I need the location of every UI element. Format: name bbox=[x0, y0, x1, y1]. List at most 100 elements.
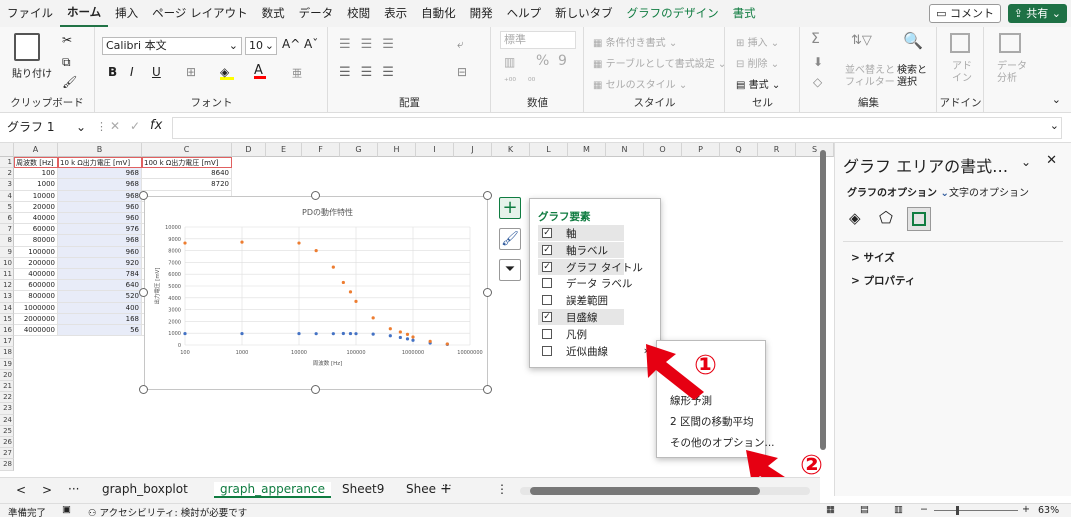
add-sheet-icon[interactable]: + bbox=[440, 481, 452, 497]
copy-icon[interactable]: ⧉ bbox=[62, 55, 71, 70]
row-header-14[interactable]: 14 bbox=[0, 302, 14, 314]
resize-handle-0[interactable] bbox=[139, 191, 148, 200]
find-select-button[interactable]: 検索と 選択 bbox=[897, 65, 927, 89]
row-header-2[interactable]: 2 bbox=[0, 168, 14, 180]
sheet-tab-3[interactable]: Shee bbox=[406, 482, 436, 496]
table-cell[interactable]: 400 bbox=[58, 302, 142, 314]
table-cell[interactable]: 10000 bbox=[14, 190, 58, 202]
row-header-28[interactable]: 28 bbox=[0, 459, 14, 471]
row-header-15[interactable]: 15 bbox=[0, 313, 14, 325]
tab-chart-0[interactable]: グラフのデザイン bbox=[620, 0, 726, 27]
row-header-5[interactable]: 5 bbox=[0, 201, 14, 213]
merge-center-icon[interactable]: ⊟ bbox=[457, 65, 467, 79]
chart-elements-button[interactable]: + bbox=[499, 197, 521, 219]
table-cell[interactable]: 800000 bbox=[14, 291, 58, 303]
table-cell[interactable]: 920 bbox=[58, 257, 142, 269]
chart-element-label[interactable]: グラフ タイトル bbox=[566, 260, 643, 275]
row-header-12[interactable]: 12 bbox=[0, 280, 14, 292]
paste-button[interactable]: 貼り付け bbox=[12, 65, 52, 80]
col-header-L[interactable]: L bbox=[530, 143, 568, 157]
section-size[interactable]: > サイズ bbox=[851, 250, 895, 265]
paste-icon[interactable] bbox=[14, 33, 40, 61]
table-cell[interactable]: 640 bbox=[58, 280, 142, 292]
col-header-A[interactable]: A bbox=[14, 143, 58, 157]
insert-function-button[interactable]: fx bbox=[150, 118, 162, 133]
table-cell[interactable]: 200000 bbox=[14, 257, 58, 269]
chart-element-label[interactable]: 軸 bbox=[566, 226, 577, 241]
row-header-3[interactable]: 3 bbox=[0, 179, 14, 191]
zoom-thumb[interactable] bbox=[956, 506, 959, 515]
tab-1[interactable]: ホーム bbox=[60, 0, 109, 27]
close-icon[interactable]: ✕ bbox=[1046, 153, 1057, 168]
share-button[interactable]: ⇪ 共有 ⌄ bbox=[1007, 4, 1067, 23]
table-cell[interactable]: 40000 bbox=[14, 213, 58, 225]
phonetic-icon[interactable]: 亜 bbox=[292, 65, 302, 80]
col-header-S[interactable]: S bbox=[796, 143, 834, 157]
format-cells-button[interactable]: ▤ 書式 ⌄ bbox=[736, 76, 780, 91]
table-cell[interactable]: 8640 bbox=[142, 168, 232, 180]
addin-icon[interactable] bbox=[950, 33, 970, 53]
row-header-26[interactable]: 26 bbox=[0, 437, 14, 449]
fill-color-icon[interactable]: ◈ bbox=[220, 65, 234, 80]
col-header-J[interactable]: J bbox=[454, 143, 492, 157]
conditional-format-button[interactable]: ▦ 条件付き書式 ⌄ bbox=[593, 34, 677, 49]
col-header-D[interactable]: D bbox=[232, 143, 266, 157]
row-header-20[interactable]: 20 bbox=[0, 369, 14, 381]
checkbox-0[interactable]: ✓ bbox=[542, 228, 552, 238]
tab-4[interactable]: 数式 bbox=[255, 0, 292, 27]
tab-text-options[interactable]: 文字のオプション bbox=[949, 184, 1029, 199]
resize-handle-6[interactable] bbox=[311, 385, 320, 394]
checkbox-7[interactable] bbox=[542, 345, 552, 356]
currency-icon[interactable]: ▥ bbox=[504, 55, 515, 69]
checkbox-5[interactable]: ✓ bbox=[542, 312, 552, 322]
chevron-down-icon[interactable]: ⌄ bbox=[1021, 155, 1031, 169]
tab-6[interactable]: 校閲 bbox=[340, 0, 377, 27]
table-cell[interactable]: 400000 bbox=[14, 269, 58, 281]
fill-icon[interactable]: ⬇ bbox=[813, 55, 823, 69]
normal-view-icon[interactable]: ▦ bbox=[826, 504, 835, 515]
formula-input[interactable] bbox=[172, 117, 1062, 139]
shrink-font-button[interactable]: Aˇ bbox=[304, 37, 318, 51]
comma-button[interactable]: 9 bbox=[558, 53, 567, 69]
table-cell[interactable]: 100 bbox=[14, 168, 58, 180]
chart-element-label[interactable]: データ ラベル bbox=[566, 276, 632, 291]
row-header-1[interactable]: 1 bbox=[0, 157, 14, 169]
trend-option-1[interactable]: 2 区間の移動平均 bbox=[670, 414, 754, 429]
row-header-10[interactable]: 10 bbox=[0, 257, 14, 269]
more-icon[interactable]: ⋮ bbox=[496, 482, 508, 496]
col-header-M[interactable]: M bbox=[568, 143, 606, 157]
tab-2[interactable]: 挿入 bbox=[108, 0, 145, 27]
checkbox-4[interactable] bbox=[542, 295, 552, 306]
macro-icon[interactable]: ▣ bbox=[62, 504, 71, 515]
row-header-13[interactable]: 13 bbox=[0, 291, 14, 303]
table-cell[interactable]: 960 bbox=[58, 246, 142, 258]
table-cell[interactable]: 1000000 bbox=[14, 302, 58, 314]
tab-11[interactable]: 新しいタブ bbox=[548, 0, 620, 27]
corner-cell[interactable] bbox=[0, 143, 14, 157]
sheet-tab-0[interactable]: graph_boxplot bbox=[102, 482, 188, 496]
chart-filters-button[interactable]: ⏷ bbox=[499, 259, 521, 281]
grow-font-button[interactable]: A^ bbox=[282, 37, 300, 51]
table-cell[interactable]: 976 bbox=[58, 224, 142, 236]
comment-button[interactable]: ▭ コメント bbox=[929, 4, 1001, 23]
zoom-slider[interactable] bbox=[934, 510, 1018, 511]
chart-element-label[interactable]: 凡例 bbox=[566, 327, 587, 342]
col-header-G[interactable]: G bbox=[340, 143, 378, 157]
col-header-B[interactable]: B bbox=[58, 143, 142, 157]
col-header-K[interactable]: K bbox=[492, 143, 530, 157]
col-header-P[interactable]: P bbox=[682, 143, 720, 157]
sort-filter-button[interactable]: 並べ替えと フィルター bbox=[845, 65, 895, 89]
resize-handle-5[interactable] bbox=[139, 385, 148, 394]
table-cell[interactable]: 1000 bbox=[14, 179, 58, 191]
zoom-in-icon[interactable]: + bbox=[1022, 504, 1030, 515]
tab-8[interactable]: 自動化 bbox=[414, 0, 463, 27]
chart-area[interactable]: 0 1000 2000 3000 4000 5000 6000 7000 8000 9000 100… bbox=[144, 196, 488, 390]
table-cell[interactable]: 968 bbox=[58, 235, 142, 247]
table-cell[interactable]: 20000 bbox=[14, 201, 58, 213]
tab-0[interactable]: ファイル bbox=[0, 0, 60, 27]
table-cell[interactable]: 968 bbox=[58, 190, 142, 202]
table-cell[interactable]: 60000 bbox=[14, 224, 58, 236]
row-header-7[interactable]: 7 bbox=[0, 224, 14, 236]
table-cell[interactable]: 4000000 bbox=[14, 325, 58, 337]
col-header-R[interactable]: R bbox=[758, 143, 796, 157]
